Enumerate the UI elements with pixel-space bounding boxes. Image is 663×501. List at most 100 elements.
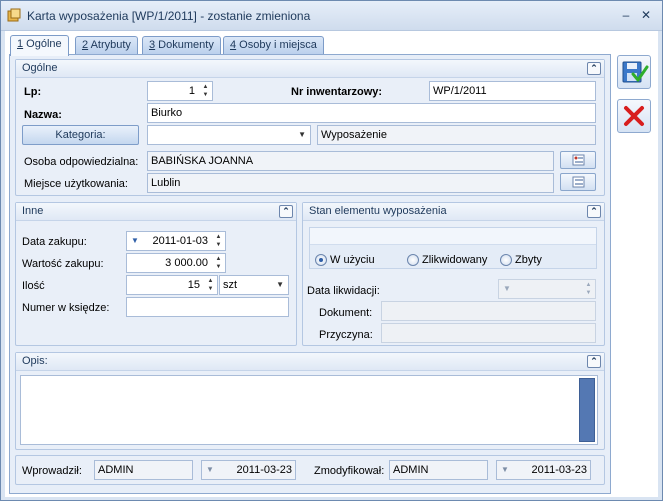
place-field: Lublin: [147, 173, 554, 193]
quantity-value: 15: [187, 279, 200, 291]
window: Karta wyposażenia [WP/1/2011] - zostanie…: [0, 0, 663, 501]
tab-label: Atrybuty: [88, 39, 131, 51]
name-label: Nazwa:: [24, 109, 62, 121]
spinner-icon[interactable]: ▲ ▼: [213, 233, 224, 249]
status-option-label[interactable]: Zbyty: [515, 254, 542, 266]
status-header-label: Stan elementu wyposażenia: [309, 205, 447, 217]
purchase-date-value: 2011-01-03: [152, 235, 208, 247]
purchase-value: 3 000.00: [165, 257, 208, 269]
status-option-label[interactable]: Zlikwidowany: [422, 254, 487, 266]
modified-date-field: ▼ 2011-03-23: [496, 460, 591, 480]
tab-osoby-i-miejsca[interactable]: 4 Osoby i miejsca: [223, 36, 324, 55]
client-area: 1 Ogólne 2 Atrybuty 3 Dokumenty 4 Osoby …: [5, 31, 658, 497]
unit-select[interactable]: szt ▼: [219, 275, 289, 295]
modified-by-field: ADMIN: [389, 460, 488, 480]
purchase-value-label: Wartość zakupu:: [22, 258, 104, 270]
save-icon: [622, 61, 649, 83]
collapse-icon[interactable]: ⌃: [587, 205, 601, 218]
minimize-button[interactable]: –: [617, 7, 635, 23]
close-window-button[interactable]: ✕: [637, 7, 655, 23]
status-radio-box-header: [310, 228, 596, 245]
status-radio-in-use[interactable]: [315, 254, 327, 266]
unit-value: szt: [223, 279, 238, 291]
liquidation-date-input: ▼ ▲ ▼: [498, 279, 596, 299]
inventory-label: Nr inwentarzowy:: [291, 86, 383, 98]
cancel-button[interactable]: [617, 99, 651, 133]
calendar-dropdown-icon[interactable]: ▼: [131, 232, 139, 250]
description-header: Opis: ⌃: [16, 353, 604, 371]
status-header: Stan elementu wyposażenia ⌃: [303, 203, 604, 221]
lp-input[interactable]: 1 ▲ ▼: [147, 81, 213, 101]
inne-header-label: Inne: [22, 205, 44, 217]
purchase-date-input[interactable]: ▼ 2011-01-03 ▲ ▼: [126, 231, 226, 251]
description-group: Opis: ⌃: [15, 352, 605, 450]
entered-by-field: ADMIN: [94, 460, 193, 480]
reason-label: Przyczyna:: [319, 329, 373, 341]
calendar-dropdown-icon: ▼: [206, 465, 214, 474]
window-title: Karta wyposażenia [WP/1/2011] - zostanie…: [27, 9, 311, 23]
status-option-label[interactable]: W użyciu: [330, 254, 375, 266]
entered-by-label: Wprowadził:: [22, 465, 82, 477]
category-description: Wyposażenie: [317, 125, 596, 145]
tab-dokumenty[interactable]: 3 Dokumenty: [142, 36, 221, 55]
book-number-label: Numer w księdze:: [22, 302, 110, 314]
inne-group: Inne ⌃ Data zakupu: ▼ 2011-01-03 ▲ ▼ Wart…: [15, 202, 297, 346]
chevron-down-icon[interactable]: ▼: [298, 126, 306, 144]
app-icon: [7, 8, 21, 22]
description-textarea[interactable]: [20, 375, 598, 445]
document-input: [381, 301, 596, 321]
lp-value: 1: [188, 85, 195, 97]
calendar-dropdown-icon: ▼: [503, 284, 511, 293]
description-header-label: Opis:: [22, 355, 48, 367]
reason-input: [381, 323, 596, 343]
inne-header: Inne ⌃: [16, 203, 296, 221]
select-person-button[interactable]: [560, 151, 596, 169]
purchase-date-label: Data zakupu:: [22, 236, 87, 248]
status-radio-sold[interactable]: [500, 254, 512, 266]
collapse-icon[interactable]: ⌃: [279, 205, 293, 218]
save-button[interactable]: [617, 55, 651, 89]
place-label: Miejsce użytkowania:: [24, 178, 128, 190]
category-button[interactable]: Kategoria:: [22, 125, 139, 145]
inventory-input[interactable]: WP/1/2011: [429, 81, 596, 101]
entered-date-field: ▼ 2011-03-23: [201, 460, 296, 480]
general-header-label: Ogólne: [22, 62, 58, 74]
footer-group: Wprowadził: ADMIN ▼ 2011-03-23 Zmodyfiko…: [15, 455, 605, 485]
tab-atrybuty[interactable]: 2 Atrybuty: [75, 36, 138, 55]
liquidation-date-label: Data likwidacji:: [307, 285, 380, 297]
modified-date-value: 2011-03-23: [531, 464, 587, 476]
tab-label: Dokumenty: [155, 39, 214, 51]
calendar-dropdown-icon: ▼: [501, 465, 509, 474]
lp-label: Lp:: [24, 86, 42, 98]
tab-label: Osoby i miejsca: [236, 39, 317, 51]
tab-label: Ogólne: [23, 38, 62, 50]
vertical-scrollbar[interactable]: [579, 378, 595, 442]
person-field: BABIŃSKA JOANNA: [147, 151, 554, 171]
person-label: Osoba odpowiedzialna:: [24, 156, 139, 168]
spinner-icon[interactable]: ▲ ▼: [205, 277, 216, 293]
tab-panel: Ogólne ⌃ Lp: 1 ▲ ▼ Nr inwentarzowy: WP/1/…: [9, 54, 611, 494]
collapse-icon[interactable]: ⌃: [587, 355, 601, 368]
status-group: Stan elementu wyposażenia ⌃ W użyciu Zli…: [302, 202, 605, 346]
quantity-input[interactable]: 15 ▲ ▼: [126, 275, 218, 295]
quantity-label: Ilość: [22, 280, 45, 292]
tab-ogolne[interactable]: 1 Ogólne: [10, 35, 69, 56]
document-label: Dokument:: [319, 307, 373, 319]
chevron-down-icon[interactable]: ▼: [276, 276, 284, 294]
modified-by-label: Zmodyfikował:: [314, 465, 385, 477]
purchase-value-input[interactable]: 3 000.00 ▲ ▼: [126, 253, 226, 273]
general-header: Ogólne ⌃: [16, 60, 604, 78]
name-input[interactable]: Biurko: [147, 103, 596, 123]
place-list-icon: [572, 176, 585, 188]
select-place-button[interactable]: [560, 173, 596, 191]
title-bar: Karta wyposażenia [WP/1/2011] - zostanie…: [1, 1, 662, 31]
book-number-input[interactable]: [126, 297, 289, 317]
person-list-icon: [572, 154, 585, 166]
general-group: Ogólne ⌃ Lp: 1 ▲ ▼ Nr inwentarzowy: WP/1/…: [15, 59, 605, 196]
category-select[interactable]: ▼: [147, 125, 311, 145]
collapse-icon[interactable]: ⌃: [587, 62, 601, 75]
spinner-icon: ▲ ▼: [585, 282, 592, 296]
spinner-icon[interactable]: ▲ ▼: [200, 83, 211, 99]
spinner-icon[interactable]: ▲ ▼: [213, 255, 224, 271]
status-radio-liquidated[interactable]: [407, 254, 419, 266]
